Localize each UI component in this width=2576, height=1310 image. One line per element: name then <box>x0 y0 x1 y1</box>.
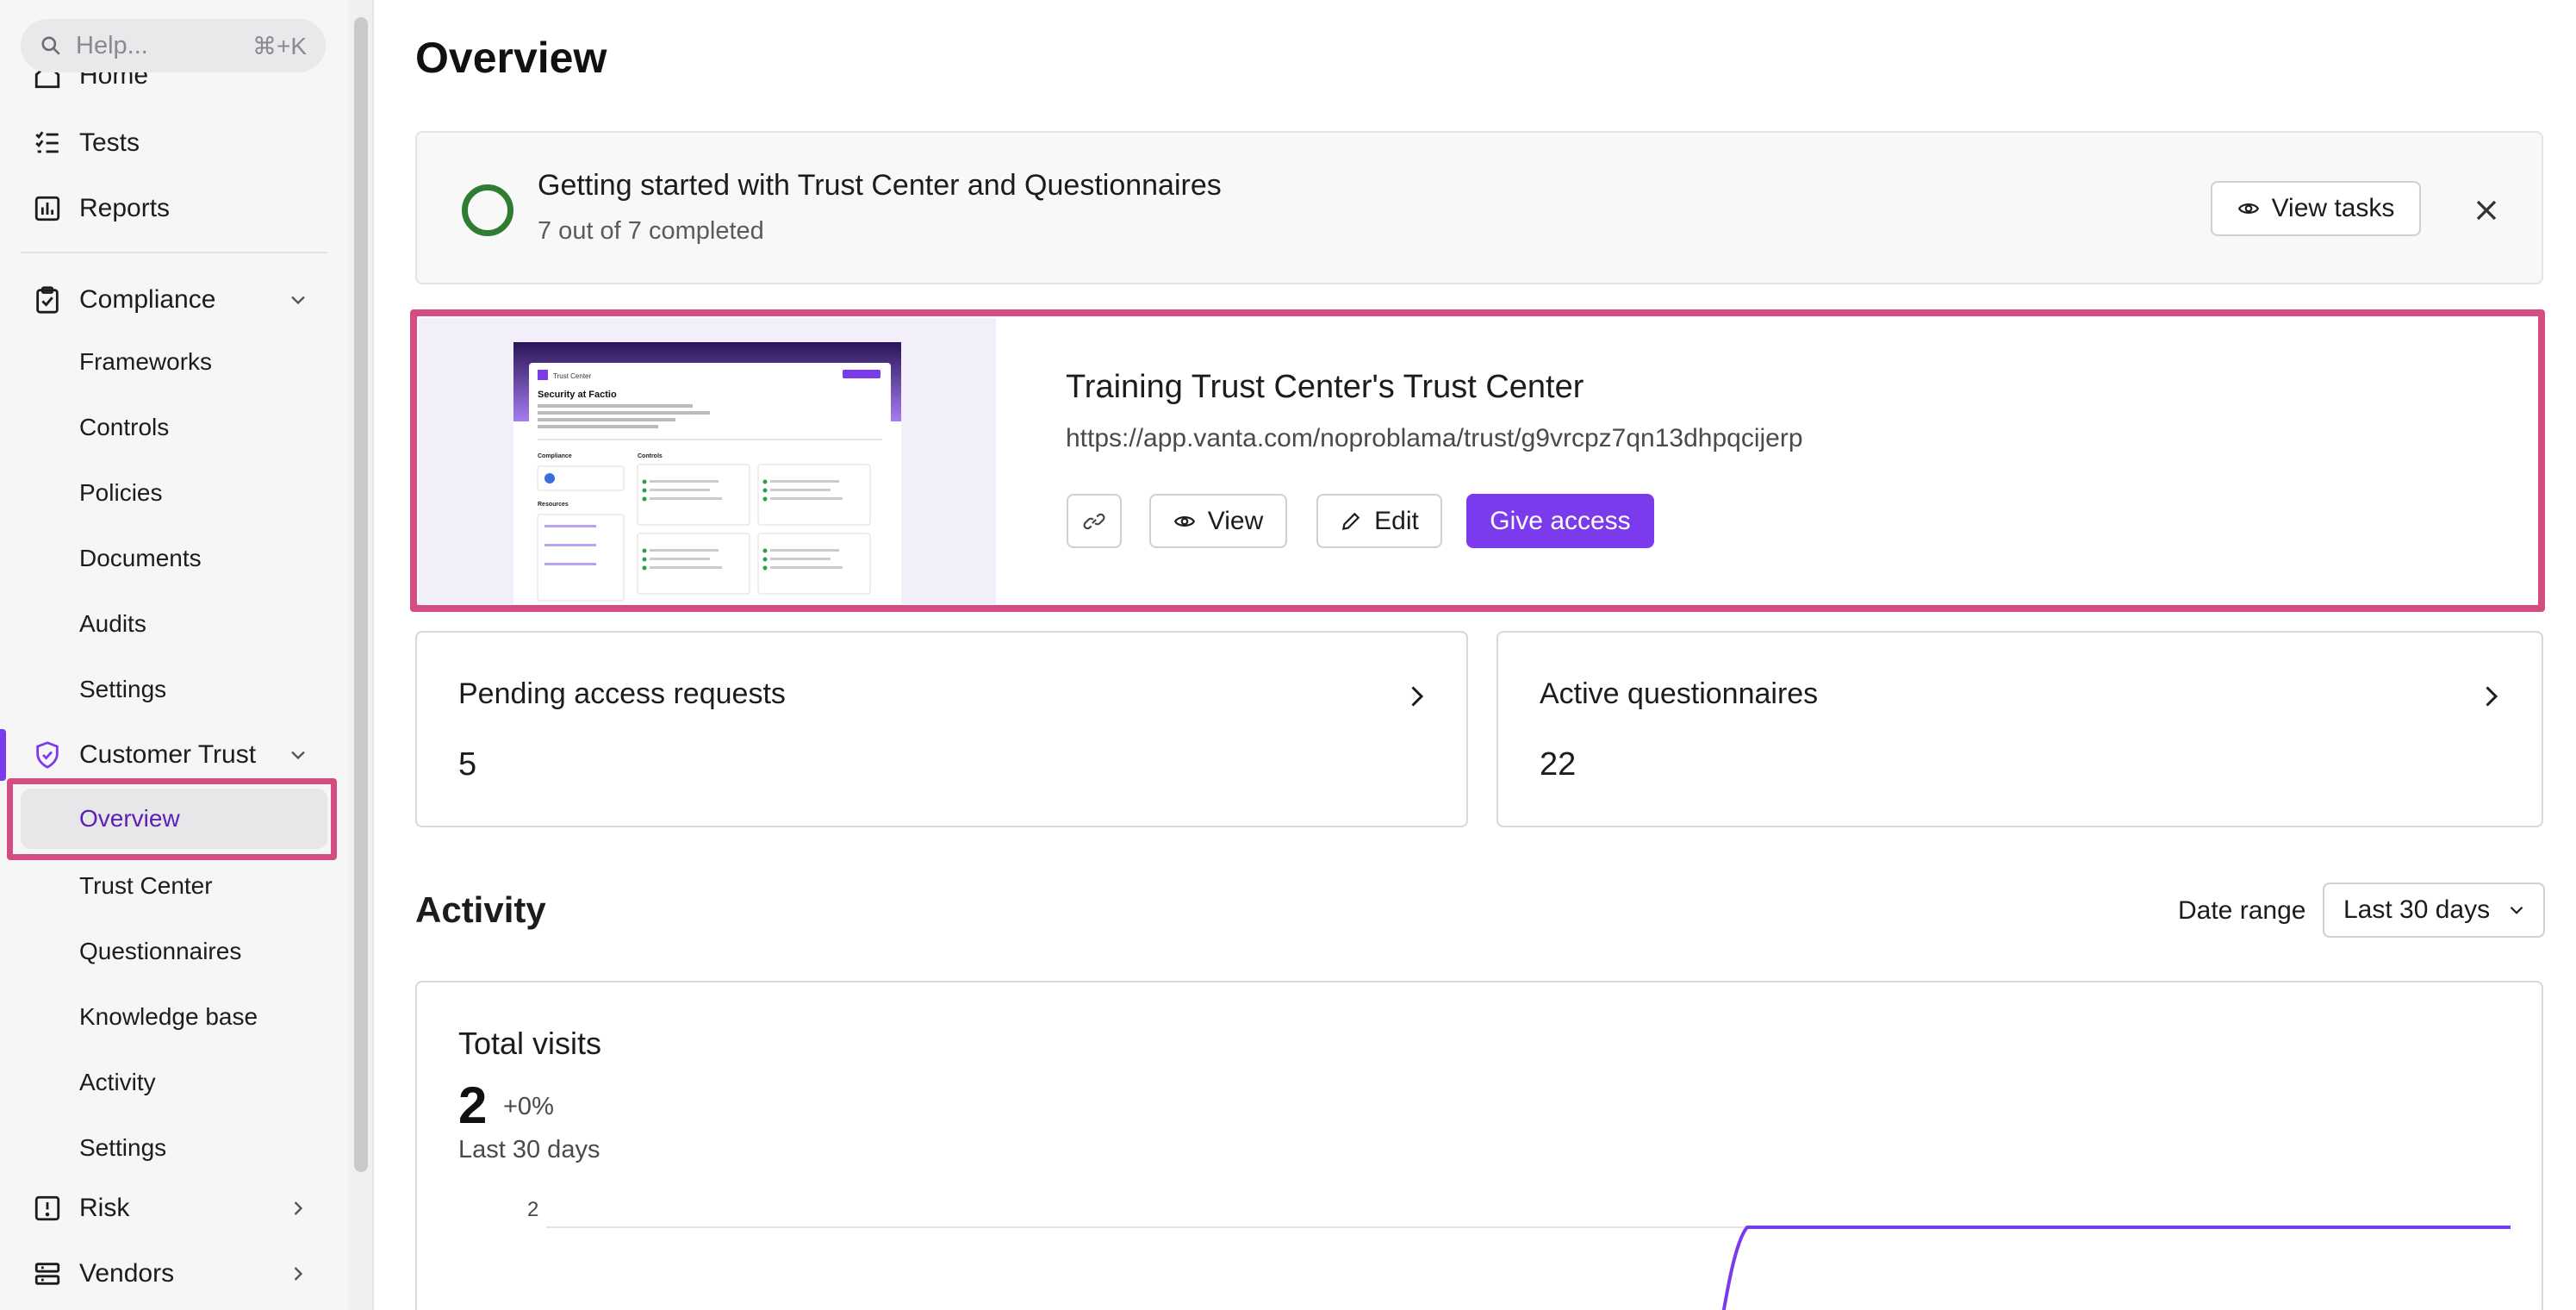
pending-access-requests-card[interactable]: Pending access requests 5 <box>415 631 1468 827</box>
sidebar-item-label: Customer Trust <box>79 740 257 769</box>
tests-icon <box>35 131 59 153</box>
sidebar-item-knowledge-base[interactable]: Knowledge base <box>0 986 348 1048</box>
sidebar-item-customer-trust[interactable]: Customer Trust <box>0 724 348 786</box>
chart-y-tick: 2 <box>527 1198 539 1221</box>
stat-value: 22 <box>1540 746 1577 783</box>
chevron-right-icon <box>2486 686 2498 707</box>
sidebar-item-label: Audits <box>79 610 146 637</box>
search-placeholder: Help... <box>76 31 148 59</box>
sidebar-item-label: Settings <box>79 676 167 702</box>
chevron-down-icon[interactable] <box>286 288 310 312</box>
sidebar-item-questionnaires[interactable]: Questionnaires <box>0 920 348 982</box>
sidebar-item-label: Compliance <box>79 285 216 314</box>
sidebar-item-customer-trust-settings[interactable]: Settings <box>0 1117 348 1179</box>
visits-series-line <box>1721 1226 2511 1310</box>
sidebar-scrollbar[interactable] <box>354 17 368 1172</box>
vendors-icon <box>34 1263 60 1285</box>
sidebar-item-label: Activity <box>79 1069 156 1095</box>
page-title: Overview <box>415 34 607 82</box>
sidebar-item-compliance-settings[interactable]: Settings <box>0 658 348 720</box>
progress-ring-icon <box>462 184 513 236</box>
sidebar-item-label: Controls <box>79 414 170 440</box>
sidebar-item-documents[interactable]: Documents <box>0 527 348 590</box>
sidebar-border <box>372 0 374 1310</box>
sidebar-item-label: Vendors <box>79 1259 175 1288</box>
view-tasks-button[interactable]: View tasks <box>2211 181 2421 236</box>
sidebar-item-label: Risk <box>79 1194 130 1222</box>
stat-value: 5 <box>458 746 477 783</box>
sidebar-item-compliance[interactable]: Compliance <box>0 269 348 331</box>
total-visits-title: Total visits <box>458 1026 602 1061</box>
total-visits-value: 2 <box>458 1076 488 1134</box>
alert-square-icon <box>34 1195 60 1221</box>
sidebar: Home Help... ⌘+K Tests Reports Complianc… <box>0 0 348 1310</box>
chevron-right-icon[interactable] <box>286 1196 310 1220</box>
sidebar-item-policies[interactable]: Policies <box>0 462 348 524</box>
eye-icon <box>2237 203 2259 214</box>
sidebar-item-activity[interactable]: Activity <box>0 1051 348 1114</box>
sidebar-item-audits[interactable]: Audits <box>0 593 348 655</box>
sidebar-item-label: Reports <box>79 194 171 222</box>
search-shortcut: ⌘+K <box>252 32 307 59</box>
sidebar-item-trust-center[interactable]: Trust Center <box>0 855 348 917</box>
shield-check-icon <box>36 741 59 769</box>
chevron-down-icon <box>2510 906 2523 914</box>
help-search-input[interactable]: Help... ⌘+K <box>21 19 326 72</box>
close-icon[interactable] <box>2469 193 2504 228</box>
sidebar-item-tests[interactable]: Tests <box>0 112 348 174</box>
sidebar-item-label: Tests <box>79 128 140 157</box>
visits-line-chart <box>546 1226 2511 1310</box>
sidebar-item-label: Settings <box>79 1134 167 1161</box>
sidebar-item-vendors[interactable]: Vendors <box>0 1243 348 1305</box>
sidebar-item-reports[interactable]: Reports <box>0 178 348 240</box>
sidebar-item-label: Knowledge base <box>79 1003 258 1030</box>
sidebar-item-label: Frameworks <box>79 348 213 375</box>
date-range-value: Last 30 days <box>2343 895 2491 924</box>
search-icon <box>41 36 60 55</box>
chevron-right-icon <box>1411 686 1424 707</box>
total-visits-change: +0% <box>503 1093 554 1120</box>
sidebar-item-controls[interactable]: Controls <box>0 396 348 458</box>
active-questionnaires-card[interactable]: Active questionnaires 22 <box>1496 631 2543 827</box>
date-range-select[interactable]: Last 30 days <box>2323 883 2545 938</box>
chevron-down-icon[interactable] <box>286 743 310 767</box>
sidebar-item-label: Documents <box>79 545 202 571</box>
stat-title: Pending access requests <box>458 677 786 710</box>
activity-heading: Activity <box>415 889 546 930</box>
stat-title: Active questionnaires <box>1540 677 1819 710</box>
sidebar-item-risk[interactable]: Risk <box>0 1177 348 1239</box>
sidebar-item-label: Policies <box>79 479 163 506</box>
clipboard-check-icon <box>36 286 59 314</box>
getting-started-progress: 7 out of 7 completed <box>538 217 764 245</box>
sidebar-item-frameworks[interactable]: Frameworks <box>0 331 348 393</box>
total-visits-card: Total visits 2 +0% Last 30 days 2 <box>415 981 2543 1310</box>
highlight-box-trust-center <box>410 309 2545 612</box>
sidebar-item-label: Questionnaires <box>79 938 242 964</box>
total-visits-period: Last 30 days <box>458 1136 600 1163</box>
chevron-right-icon[interactable] <box>286 1262 310 1286</box>
highlight-box-overview <box>7 778 337 860</box>
date-range-label: Date range <box>2178 896 2306 925</box>
sidebar-item-label: Trust Center <box>79 872 213 899</box>
sidebar-divider <box>21 252 327 253</box>
getting-started-card: Getting started with Trust Center and Qu… <box>415 131 2543 284</box>
reports-icon <box>34 196 60 221</box>
getting-started-title: Getting started with Trust Center and Qu… <box>538 169 1222 202</box>
view-tasks-label: View tasks <box>2271 194 2395 222</box>
